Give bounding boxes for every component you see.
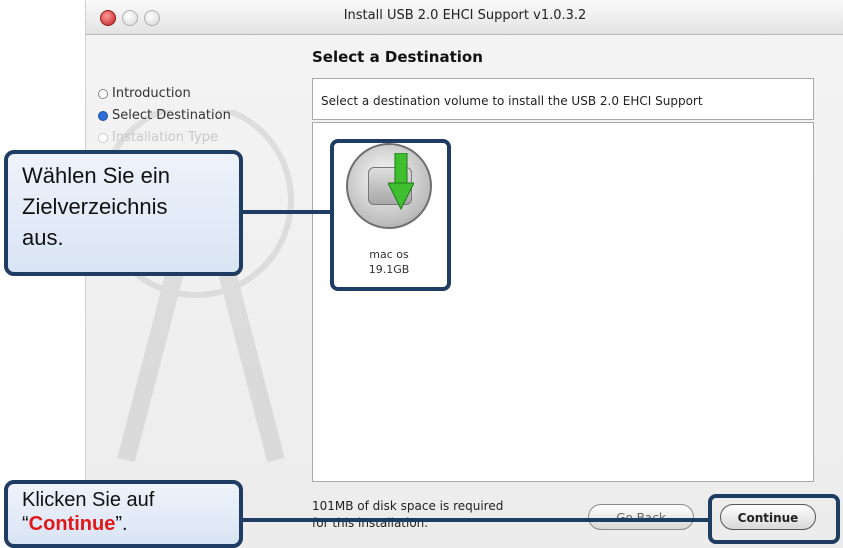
callout-text-line: Zielverzeichnis [22,194,168,219]
step-installation-type: Installation Type [98,127,231,149]
step-active-dot-icon [98,111,108,121]
step-dot-icon [98,89,108,99]
callout-text-line: aus. [22,225,64,250]
window-title: Install USB 2.0 EHCI Support v1.0.3.2 [343,8,587,23]
callout-connector [243,210,331,214]
quote-open: “ [22,513,29,535]
pane-header: Select a Destination [312,48,483,66]
quote-close: ”. [115,513,128,535]
step-introduction: Introduction [98,83,231,105]
continue-keyword: Continue [28,513,116,535]
volume-highlight-frame [330,139,451,291]
go-back-button[interactable]: Go Back [588,504,694,530]
callout-click-continue: Klicken Sie auf “Continue”. [4,480,243,548]
title-bar: Install USB 2.0 EHCI Support v1.0.3.2 [86,0,843,35]
step-dot-icon [98,133,108,143]
pane-subtitle: Select a destination volume to install t… [312,78,814,120]
disk-space-line1: 101MB of disk space is required [312,499,504,513]
callout-connector [243,518,709,522]
disk-space-note: 101MB of disk space is required for this… [312,498,503,532]
step-list: Introduction Select Destination Installa… [98,83,231,149]
step-label: Select Destination [112,108,231,123]
continue-highlight-frame [708,494,840,544]
step-label: Installation Type [112,130,218,145]
callout-text-line: Klicken Sie auf [22,489,155,511]
callout-select-destination: Wählen Sie ein Zielverzeichnis aus. [4,150,243,276]
step-label: Introduction [112,86,191,101]
step-select-destination: Select Destination [98,105,231,127]
callout-text-line: Wählen Sie ein [22,163,170,188]
callout-text-line: “Continue”. [22,512,239,536]
